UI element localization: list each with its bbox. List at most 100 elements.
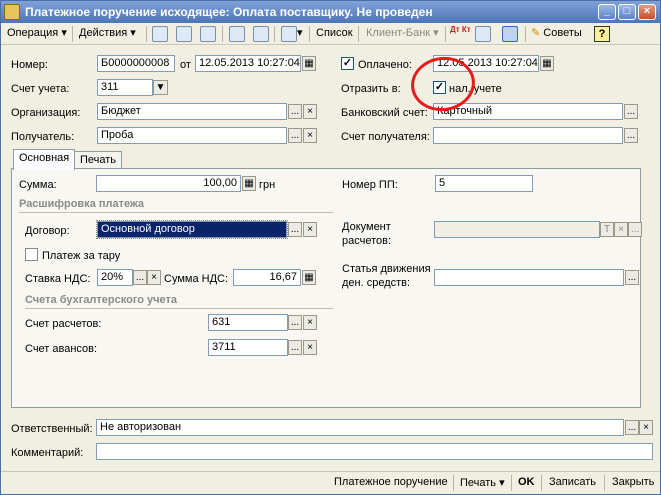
accounts-group-title: Счета бухгалтерского учета [25,294,178,306]
vat-sum-field[interactable]: 16,67 [233,269,301,286]
toolbar-separator [309,26,310,42]
structure-dropdown[interactable]: ▾ [297,25,303,43]
number-field[interactable]: Б0000000008 [97,55,175,72]
clear-org-button[interactable]: × [303,104,317,119]
minimize-button[interactable]: _ [598,4,616,20]
clear-responsible-button[interactable]: × [639,420,653,435]
select-vat-rate-button[interactable]: ... [133,270,147,285]
select-cash-flow-button[interactable]: ... [625,270,639,285]
window-title: Платежное поручение исходящее: Оплата по… [25,5,433,19]
select-recipient-account-button[interactable]: ... [624,128,638,143]
bank-account-field[interactable]: Карточный [433,103,623,120]
list-button[interactable]: Список [316,25,353,43]
responsible-field[interactable]: Не авторизован [96,419,624,436]
calculator-icon[interactable]: ▦ [302,270,316,285]
paid-label: Оплачено: [358,59,412,71]
select-settle-account-button[interactable]: ... [288,315,302,330]
select-recipient-button[interactable]: ... [288,128,302,143]
settle-doc-field[interactable] [434,221,600,238]
from-label: от [180,59,191,71]
report-icon[interactable] [475,26,491,42]
payment-order-button[interactable]: Платежное поручение [334,476,448,488]
number-label: Номер: [11,59,48,71]
tare-checkbox[interactable] [25,248,38,261]
group-divider [25,308,333,309]
save-button[interactable]: Записать [549,476,596,488]
clear-recipient-button[interactable]: × [303,128,317,143]
type-select-button[interactable]: T [600,222,614,237]
enter-on-basis-icon[interactable] [152,26,168,42]
select-settle-doc-button[interactable]: ... [628,222,642,237]
org-field[interactable]: Бюджет [97,103,287,120]
dt-kt-icon[interactable]: Дт Кт [450,25,471,43]
toolbar: Операция ▾ Действия ▾ ▾ Список Клиент-Ба… [1,23,660,45]
calculator-icon[interactable]: ▦ [242,176,256,191]
copy-icon[interactable] [200,26,216,42]
select-org-button[interactable]: ... [288,104,302,119]
calendar-icon[interactable]: ▦ [302,56,316,71]
close-button[interactable]: Закрыть [612,476,654,488]
clear-settle-doc-button[interactable]: × [614,222,628,237]
paid-checkbox[interactable]: ✓ [341,57,354,70]
title-bar: Платежное поручение исходящее: Оплата по… [1,1,660,23]
cash-flow-field[interactable] [434,269,624,286]
settle-account-field[interactable]: 631 [208,314,288,331]
post-icon[interactable] [229,26,245,42]
document-icon [4,4,20,20]
responsible-label: Ответственный: [11,423,93,435]
tab-main[interactable]: Основная [13,149,76,170]
recipient-label: Получатель: [11,131,75,143]
select-responsible-button[interactable]: ... [625,420,639,435]
currency-label: грн [259,179,276,191]
toolbar-separator [358,26,359,42]
ok-button[interactable]: OK [518,476,535,488]
settle-doc-label: Документ расчетов: [342,221,392,247]
pp-number-field[interactable]: 5 [435,175,533,192]
select-contract-button[interactable]: ... [288,222,302,237]
calendar-icon[interactable]: ▦ [540,56,554,71]
movement-icon[interactable] [176,26,192,42]
account-select[interactable]: 311 [97,79,153,96]
lightbulb-icon: ✎ [531,27,541,39]
close-window-button[interactable]: × [638,4,656,20]
toolbar-separator [274,26,275,42]
toolbar-separator [445,26,446,42]
help-button[interactable]: ? [594,26,610,42]
org-label: Организация: [11,107,81,119]
comment-label: Комментарий: [11,447,84,459]
toolbar-separator [222,26,223,42]
print-menu-button[interactable]: Печать ▾ [460,476,505,489]
client-bank-menu[interactable]: Клиент-Банк ▾ [366,25,439,43]
select-bank-account-button[interactable]: ... [624,104,638,119]
date-field[interactable]: 12.05.2013 10:27:04 [195,55,301,72]
toolbar-separator [146,26,147,42]
sum-label: Сумма: [19,179,57,191]
cash-flow-label: Статья движения ден. средств: [342,263,431,289]
actions-menu[interactable]: Действия ▾ [79,25,136,43]
subordinate-structure-icon[interactable] [502,26,518,42]
recipient-field[interactable]: Проба [97,127,287,144]
maximize-button[interactable]: □ [618,4,636,20]
vat-rate-label: Ставка НДС: [25,273,91,285]
recipient-account-field[interactable] [433,127,623,144]
bank-account-label: Банковский счет: [341,107,428,119]
toolbar-separator [525,26,526,42]
clear-advance-account-button[interactable]: × [303,340,317,355]
advance-account-field[interactable]: 3711 [208,339,288,356]
comment-field[interactable] [96,443,653,460]
sum-field[interactable]: 100,00 [96,175,241,192]
operation-menu[interactable]: Операция ▾ [7,25,67,43]
clear-vat-rate-button[interactable]: × [147,270,161,285]
advice-button[interactable]: ✎ Советы [531,25,582,43]
unpost-icon[interactable] [253,26,269,42]
chevron-down-icon[interactable]: ▼ [153,80,168,95]
structure-icon[interactable] [281,26,297,42]
clear-contract-button[interactable]: × [303,222,317,237]
toolbar-separator [604,475,605,491]
select-advance-account-button[interactable]: ... [288,340,302,355]
contract-label: Договор: [25,225,70,237]
contract-field[interactable]: Основной договор [96,220,288,239]
group-divider [19,212,333,213]
clear-settle-account-button[interactable]: × [303,315,317,330]
vat-rate-field[interactable]: 20% [97,269,133,286]
